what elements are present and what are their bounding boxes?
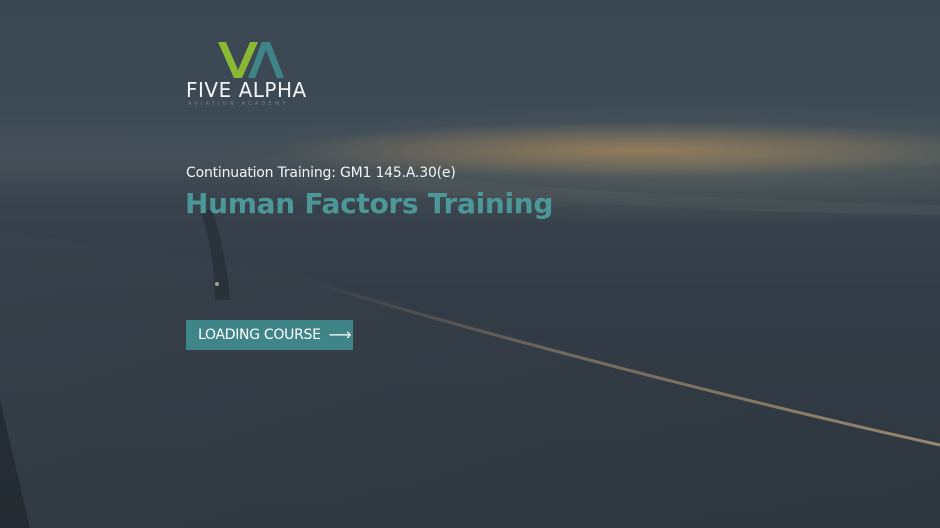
- logo-tagline: AVIATION ACADEMY: [188, 101, 289, 107]
- logo-mark-icon: [218, 42, 284, 78]
- logo-wordmark: FIVE ALPHA: [186, 78, 307, 102]
- five-alpha-logo: FIVE ALPHA AVIATION ACADEMY: [186, 40, 318, 108]
- loading-course-label: LOADING COURSE: [198, 327, 321, 343]
- course-subtitle: Continuation Training: GM1 145.A.30(e): [186, 165, 456, 181]
- arrow-right-icon: ⟶: [328, 325, 352, 344]
- loading-course-button[interactable]: LOADING COURSE ⟶: [186, 320, 353, 350]
- course-splash-screen: FIVE ALPHA AVIATION ACADEMY Continuation…: [0, 0, 940, 528]
- course-title: Human Factors Training: [185, 187, 554, 220]
- background-wing-image: [0, 175, 940, 528]
